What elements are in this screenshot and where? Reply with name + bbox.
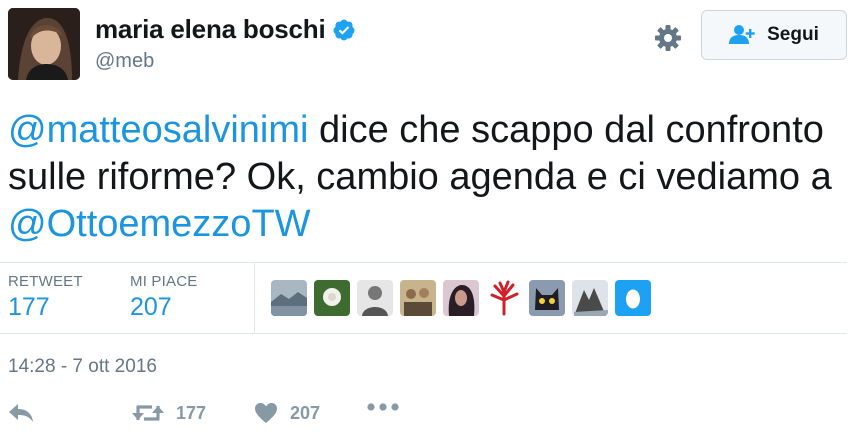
reply-icon: [9, 404, 33, 422]
follow-button-label: Segui: [767, 24, 819, 45]
retweet-count: 177: [176, 402, 207, 423]
user-name-row: maria elena boschi: [95, 14, 356, 45]
likes-stat[interactable]: MI PIACE 207: [130, 273, 197, 322]
retweet-stat[interactable]: RETWEET 177: [8, 273, 83, 322]
tweet-stats: RETWEET 177 MI PIACE 207: [0, 262, 847, 334]
more-icon: [367, 403, 399, 411]
liker-avatar[interactable]: [314, 280, 350, 316]
likers-avatar-list: [271, 280, 651, 316]
retweet-stat-label: RETWEET: [8, 273, 83, 290]
liker-avatar[interactable]: [615, 280, 651, 316]
liker-avatar[interactable]: [400, 280, 436, 316]
retweet-button[interactable]: 177: [132, 402, 206, 424]
retweet-icon: [132, 405, 164, 421]
liker-avatar[interactable]: [357, 280, 393, 316]
heart-icon: [255, 403, 277, 423]
liker-avatar[interactable]: [529, 280, 565, 316]
reply-button[interactable]: [8, 402, 34, 424]
liker-avatar[interactable]: [443, 280, 479, 316]
like-button[interactable]: 207: [254, 402, 320, 424]
verified-badge-icon: [332, 18, 356, 42]
retweet-stat-value: 177: [8, 293, 50, 321]
mention-link-matteosalvinimi[interactable]: @matteosalvinimi: [8, 109, 308, 151]
gear-icon[interactable]: [652, 22, 684, 54]
tweet-actions: 177 207: [0, 398, 863, 432]
likes-stat-label: MI PIACE: [130, 273, 198, 290]
profile-avatar-image: [8, 8, 80, 80]
more-button[interactable]: [367, 402, 399, 412]
stats-divider: [254, 263, 255, 333]
display-name[interactable]: maria elena boschi: [95, 14, 326, 45]
liker-avatar[interactable]: [572, 280, 608, 316]
likes-stat-value: 207: [130, 293, 172, 321]
add-user-icon: [729, 25, 755, 44]
like-count: 207: [290, 402, 321, 423]
profile-avatar[interactable]: [8, 8, 80, 80]
liker-avatar[interactable]: [271, 280, 307, 316]
follow-button[interactable]: Segui: [701, 10, 847, 60]
tweet-timestamp[interactable]: 14:28 - 7 ott 2016: [8, 356, 157, 378]
tweet-text: @matteosalvinimi dice che scappo dal con…: [8, 107, 848, 248]
user-handle[interactable]: @meb: [95, 50, 154, 73]
liker-avatar[interactable]: [486, 280, 522, 316]
mention-link-ottoemezzotw[interactable]: @OttoemezzoTW: [8, 203, 311, 245]
